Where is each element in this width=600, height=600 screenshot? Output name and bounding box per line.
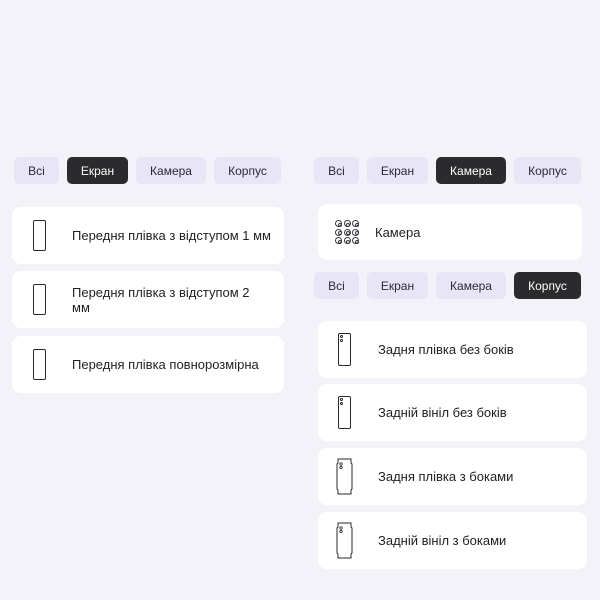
phone-back-icon [338, 396, 351, 429]
list-item-label: Передня плівка з відступом 1 мм [72, 228, 271, 243]
list-item-back-vinyl-with-sides[interactable]: Задній вініл з боками [318, 512, 587, 569]
tab-body[interactable]: Корпус [214, 157, 281, 184]
phone-back-sides-icon [336, 522, 353, 559]
list-item-back-vinyl-no-sides[interactable]: Задній вініл без боків [318, 384, 587, 441]
tab-camera[interactable]: Камера [436, 272, 506, 299]
list-item-front-film-1mm[interactable]: Передня плівка з відступом 1 мм [12, 207, 284, 264]
tab-all[interactable]: Всі [314, 272, 359, 299]
list-item-front-film-2mm[interactable]: Передня плівка з відступом 2 мм [12, 271, 284, 328]
body-tab-bar: Всі Екран Камера Корпус [314, 272, 581, 299]
phone-front-icon [33, 284, 46, 315]
phone-front-icon [33, 349, 46, 380]
list-item-back-film-with-sides[interactable]: Задня плівка з боками [318, 448, 587, 505]
phone-front-icon [33, 220, 46, 251]
left-tab-bar: Всі Екран Камера Корпус [14, 157, 281, 184]
camera-lenses-icon [335, 220, 359, 244]
list-item-back-film-no-sides[interactable]: Задня плівка без боків [318, 321, 587, 378]
tab-all[interactable]: Всі [14, 157, 59, 184]
list-item-label: Передня плівка з відступом 2 мм [72, 284, 250, 315]
phone-back-icon [338, 333, 351, 366]
list-item-label: Камера [375, 224, 421, 240]
list-item-label: Задній вініл без боків [378, 405, 507, 420]
tab-all[interactable]: Всі [314, 157, 359, 184]
tab-screen[interactable]: Екран [367, 272, 428, 299]
tab-screen[interactable]: Екран [367, 157, 428, 184]
phone-back-sides-icon [336, 458, 353, 495]
list-item-label: Передня плівка повнорозмірна [72, 357, 259, 372]
list-item-front-film-full[interactable]: Передня плівка повнорозмірна [12, 336, 284, 393]
tab-camera[interactable]: Камера [136, 157, 206, 184]
tab-body[interactable]: Корпус [514, 157, 581, 184]
list-item-label: Задня плівка з боками [378, 469, 514, 484]
tab-screen[interactable]: Екран [67, 157, 128, 184]
list-item-label: Задня плівка без боків [378, 342, 514, 357]
tab-camera[interactable]: Камера [436, 157, 506, 184]
list-item-camera[interactable]: Камера [318, 204, 582, 260]
tab-body[interactable]: Корпус [514, 272, 581, 299]
list-item-label: Задній вініл з боками [378, 533, 507, 548]
camera-tab-bar: Всі Екран Камера Корпус [314, 157, 581, 184]
